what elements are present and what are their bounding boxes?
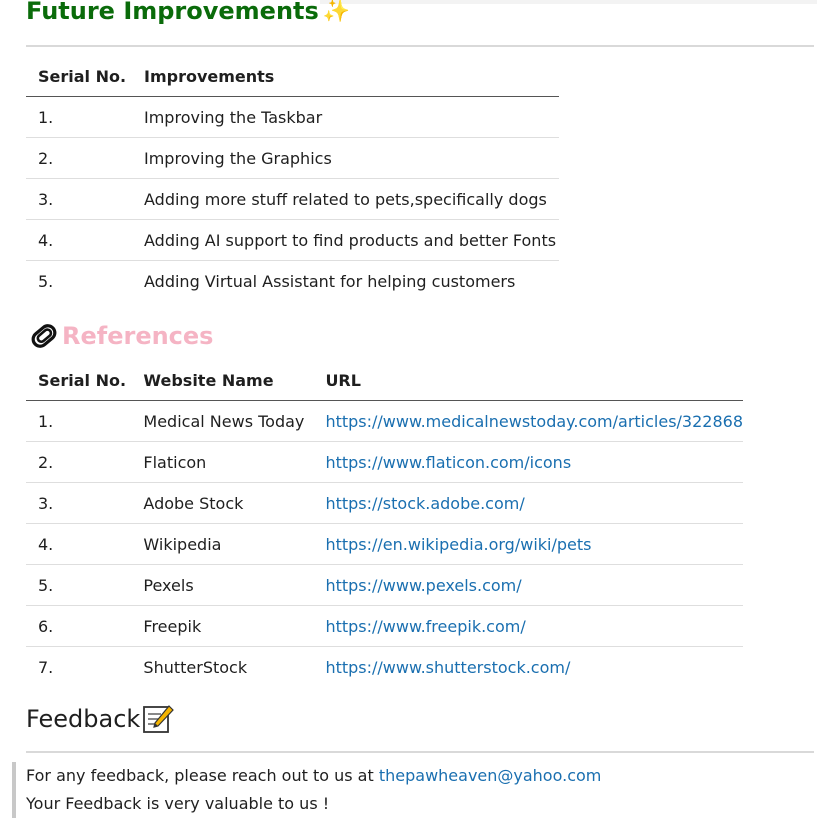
future-improvements-table: Serial No. Improvements 1. Improving the… bbox=[26, 56, 559, 301]
url-cell: https://www.pexels.com/ bbox=[313, 564, 743, 606]
reference-link[interactable]: https://www.freepik.com/ bbox=[325, 617, 525, 636]
reference-link[interactable]: https://www.flaticon.com/icons bbox=[325, 453, 571, 472]
feedback-email-link[interactable]: thepawheaven@yahoo.com bbox=[379, 766, 602, 785]
feedback-blockquote: For any feedback, please reach out to us… bbox=[12, 762, 726, 818]
url-cell: https://www.flaticon.com/icons bbox=[313, 441, 743, 483]
website-name-cell: Adobe Stock bbox=[131, 482, 314, 524]
column-header-serial: Serial No. bbox=[26, 56, 132, 97]
improvement-cell: Adding more stuff related to pets,specif… bbox=[132, 178, 559, 220]
serial-cell: 7. bbox=[38, 657, 54, 677]
url-cell: https://en.wikipedia.org/wiki/pets bbox=[313, 523, 743, 565]
table-row: 3. Adobe Stock https://stock.adobe.com/ bbox=[26, 482, 743, 524]
sparkles-icon: ✨ bbox=[322, 0, 351, 24]
table-row: 1. Improving the Taskbar bbox=[26, 96, 559, 138]
reference-link[interactable]: https://www.pexels.com/ bbox=[325, 576, 521, 595]
serial-cell: 5. bbox=[26, 564, 132, 606]
table-row: 7. ShutterStock https://www.shutterstock… bbox=[26, 647, 743, 688]
feedback-prefix-text: For any feedback, please reach out to us… bbox=[26, 766, 379, 785]
memo-icon bbox=[142, 704, 175, 734]
table-row: 4. Wikipedia https://en.wikipedia.org/wi… bbox=[26, 523, 743, 565]
feedback-line-2: Your Feedback is very valuable to us ! bbox=[26, 794, 330, 813]
table-header-row: Serial No. Website Name URL bbox=[26, 360, 743, 401]
table-header-row: Serial No. Improvements bbox=[26, 56, 559, 97]
website-name-cell: Freepik bbox=[131, 605, 314, 647]
column-header-improvements: Improvements bbox=[132, 56, 559, 97]
table-row: 5. Adding Virtual Assistant for helping … bbox=[26, 261, 559, 302]
improvement-cell: Improving the Taskbar bbox=[132, 96, 559, 138]
future-improvements-heading: Future Improvements ✨ bbox=[26, 0, 351, 25]
column-header-url: URL bbox=[313, 360, 743, 401]
website-name-cell: Wikipedia bbox=[131, 523, 314, 565]
feedback-heading: Feedback bbox=[26, 704, 175, 734]
serial-cell: 5. bbox=[38, 271, 54, 291]
paperclip-icon bbox=[28, 320, 60, 352]
website-name-cell: Pexels bbox=[131, 564, 314, 606]
url-cell: https://www.medicalnewstoday.com/article… bbox=[313, 400, 743, 442]
reference-link[interactable]: https://www.medicalnewstoday.com/article… bbox=[325, 412, 743, 431]
feedback-title: Feedback bbox=[26, 705, 141, 733]
serial-cell: 4. bbox=[26, 523, 132, 565]
improvement-cell: Improving the Graphics bbox=[132, 137, 559, 179]
serial-cell: 2. bbox=[26, 137, 132, 179]
serial-cell: 3. bbox=[26, 482, 132, 524]
references-title: References bbox=[62, 322, 214, 350]
future-improvements-title: Future Improvements bbox=[26, 0, 319, 25]
references-heading: References bbox=[28, 320, 213, 352]
url-cell: https://www.freepik.com/ bbox=[313, 605, 743, 647]
section-divider bbox=[26, 45, 814, 47]
section-divider bbox=[26, 751, 814, 753]
serial-cell: 4. bbox=[26, 219, 132, 261]
column-header-website-name: Website Name bbox=[131, 360, 314, 401]
serial-cell: 1. bbox=[26, 96, 132, 138]
url-cell: https://www.shutterstock.com/ bbox=[313, 647, 743, 688]
serial-cell: 6. bbox=[26, 605, 132, 647]
table-row: 1. Medical News Today https://www.medica… bbox=[26, 400, 743, 442]
page: Future Improvements ✨ Serial No. Improve… bbox=[0, 0, 817, 827]
improvement-cell: Adding Virtual Assistant for helping cus… bbox=[144, 271, 516, 291]
table-row: 5. Pexels https://www.pexels.com/ bbox=[26, 564, 743, 606]
table-row: 3. Adding more stuff related to pets,spe… bbox=[26, 178, 559, 220]
top-strip bbox=[320, 0, 817, 4]
table-row: 4. Adding AI support to find products an… bbox=[26, 219, 559, 261]
reference-link[interactable]: https://www.shutterstock.com/ bbox=[325, 658, 570, 677]
website-name-cell: Flaticon bbox=[131, 441, 314, 483]
url-cell: https://stock.adobe.com/ bbox=[313, 482, 743, 524]
improvement-cell: Adding AI support to find products and b… bbox=[132, 219, 559, 261]
column-header-serial: Serial No. bbox=[26, 360, 132, 401]
reference-link[interactable]: https://stock.adobe.com/ bbox=[325, 494, 524, 513]
website-name-cell: Medical News Today bbox=[131, 400, 314, 442]
serial-cell: 1. bbox=[26, 400, 132, 442]
feedback-line-1: For any feedback, please reach out to us… bbox=[26, 762, 726, 790]
reference-link[interactable]: https://en.wikipedia.org/wiki/pets bbox=[325, 535, 591, 554]
table-row: 2. Flaticon https://www.flaticon.com/ico… bbox=[26, 441, 743, 483]
website-name-cell: ShutterStock bbox=[143, 657, 248, 677]
serial-cell: 2. bbox=[26, 441, 132, 483]
references-table: Serial No. Website Name URL 1. Medical N… bbox=[26, 360, 743, 687]
serial-cell: 3. bbox=[26, 178, 132, 220]
table-row: 6. Freepik https://www.freepik.com/ bbox=[26, 605, 743, 647]
table-row: 2. Improving the Graphics bbox=[26, 137, 559, 179]
